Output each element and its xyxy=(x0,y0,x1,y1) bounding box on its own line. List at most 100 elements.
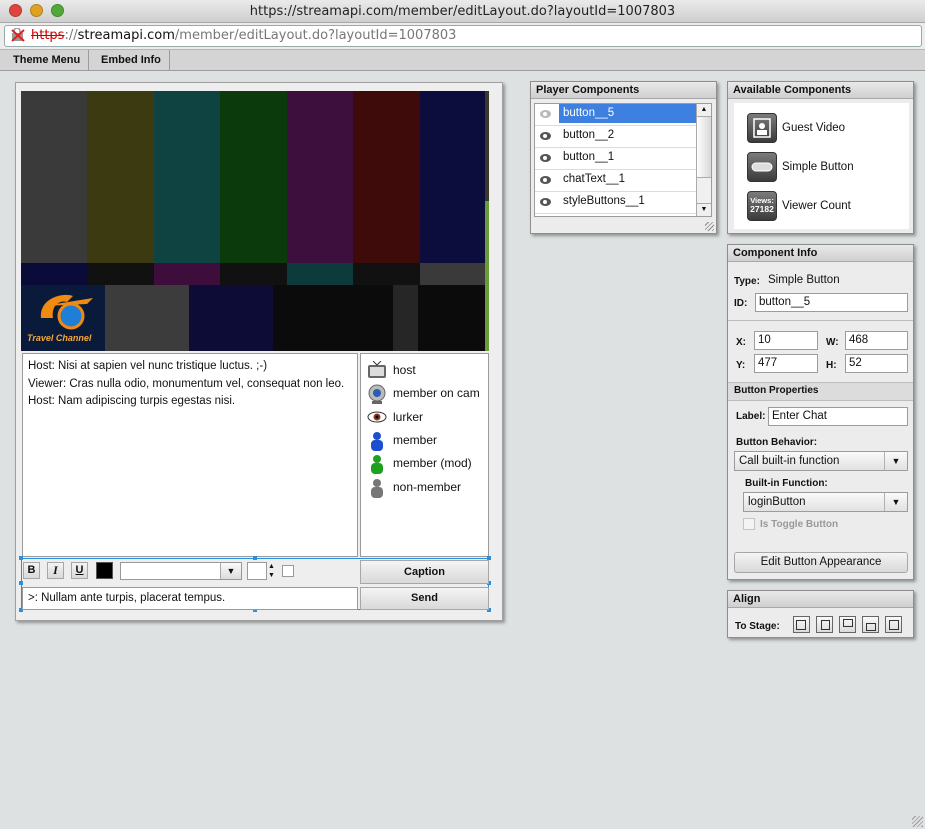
w-field[interactable]: 468 xyxy=(845,331,908,350)
x-field[interactable]: 10 xyxy=(754,331,818,350)
send-button[interactable]: Send xyxy=(360,587,489,610)
chat-line: Viewer: Cras nulla odio, monumentum vel,… xyxy=(28,377,345,390)
id-label: ID: xyxy=(734,298,748,309)
menu-theme[interactable]: Theme Menu xyxy=(5,50,90,70)
font-select[interactable]: ▼ xyxy=(120,562,242,580)
x-label: X: xyxy=(736,337,746,348)
align-center-icon[interactable] xyxy=(816,616,833,633)
available-item-label[interactable]: Guest Video xyxy=(782,122,845,134)
list-item[interactable]: button__1 xyxy=(535,148,697,170)
text-color-swatch[interactable] xyxy=(96,562,113,579)
h-field[interactable]: 52 xyxy=(845,354,908,373)
legend-member: member xyxy=(361,431,489,451)
resize-grip-icon[interactable] xyxy=(705,222,714,231)
window-title: Available Components xyxy=(728,82,913,99)
edit-button-appearance[interactable]: Edit Button Appearance xyxy=(734,552,908,573)
legend-label: non-member xyxy=(393,480,462,494)
travel-channel-text: Travel Channel xyxy=(27,333,92,343)
font-size-stepper[interactable]: ▲ ▼ xyxy=(247,562,275,580)
component-name: chatText__1 xyxy=(563,173,626,185)
italic-button[interactable]: I xyxy=(47,562,64,579)
divider xyxy=(728,320,913,321)
style-checkbox[interactable] xyxy=(282,565,294,577)
stepper-arrows-icon: ▲ ▼ xyxy=(268,563,275,579)
style-toolbar: B I U ▼ ▲ ▼ xyxy=(23,561,353,581)
available-item-label[interactable]: Simple Button xyxy=(782,161,854,173)
align-window: Align To Stage: xyxy=(727,590,914,638)
visibility-eye-icon[interactable] xyxy=(540,110,551,118)
chevron-down-icon: ▼ xyxy=(884,493,907,511)
available-components-window: Available Components Guest Video Simple … xyxy=(727,81,914,234)
url-field[interactable]: https://streamapi.com/member/editLayout.… xyxy=(4,25,922,47)
legend-non-member: non-member xyxy=(361,478,489,498)
label-label: Label: xyxy=(736,411,766,422)
list-item[interactable]: button__2 xyxy=(535,126,697,148)
window-resize-grip-icon[interactable] xyxy=(912,816,923,827)
video-area[interactable]: Travel Channel xyxy=(21,91,489,351)
simple-button-icon[interactable] xyxy=(747,152,777,182)
type-label: Type: xyxy=(734,276,760,287)
align-bottom-icon[interactable] xyxy=(862,616,879,633)
menu-embed-info[interactable]: Embed Info xyxy=(93,50,170,70)
available-item-label[interactable]: Viewer Count xyxy=(782,200,851,212)
visibility-eye-icon[interactable] xyxy=(540,176,551,184)
chat-line: Host: Nisi at sapien vel nunc tristique … xyxy=(28,360,268,372)
chat-input[interactable]: >: Nullam ante turpis, placerat tempus. xyxy=(22,587,358,610)
insecure-lock-icon xyxy=(11,27,25,42)
y-field[interactable]: 477 xyxy=(754,354,818,373)
align-top-icon[interactable] xyxy=(839,616,856,633)
viewer-count-icon[interactable]: Views: 27182 xyxy=(747,191,777,221)
caption-button[interactable]: Caption xyxy=(360,560,489,584)
toggle-checkbox[interactable] xyxy=(743,518,755,530)
url-path: /member/editLayout.do?layoutId=1007803 xyxy=(174,28,457,43)
scroll-down-icon[interactable]: ▼ xyxy=(697,203,711,216)
legend-host: host xyxy=(361,360,489,381)
window-title: https://streamapi.com/member/editLayout.… xyxy=(249,4,676,19)
scroll-thumb[interactable] xyxy=(697,117,711,178)
bold-button[interactable]: B xyxy=(23,562,40,579)
builtin-select[interactable]: loginButton ▼ xyxy=(743,492,908,512)
builtin-label: Built-in Function: xyxy=(745,478,828,489)
visibility-eye-icon[interactable] xyxy=(540,154,551,162)
visibility-eye-icon[interactable] xyxy=(540,198,551,206)
user-legend-panel: host member on cam lurker member member … xyxy=(360,353,489,557)
user-blue-icon xyxy=(369,431,385,454)
h-label: H: xyxy=(826,360,837,371)
chevron-down-icon: ▼ xyxy=(220,563,241,579)
visibility-eye-icon[interactable] xyxy=(540,132,551,140)
underline-button[interactable]: U xyxy=(71,562,88,579)
to-stage-label: To Stage: xyxy=(735,621,780,632)
list-scrollbar[interactable]: ▲ ▼ xyxy=(696,104,711,216)
y-label: Y: xyxy=(736,360,746,371)
components-list[interactable]: button__5 button__2 button__1 chatText__… xyxy=(534,103,712,217)
chat-line: Host: Nam adipiscing turpis egestas nisi… xyxy=(28,395,236,407)
list-item[interactable]: styleButtons__1 xyxy=(535,192,697,214)
type-value: Simple Button xyxy=(768,274,840,286)
label-field[interactable]: Enter Chat xyxy=(768,407,908,426)
chevron-down-icon: ▼ xyxy=(884,452,907,470)
toggle-label: Is Toggle Button xyxy=(760,519,839,530)
list-item-selected[interactable]: button__5 xyxy=(535,104,697,126)
travel-channel-logo: Travel Channel xyxy=(27,288,97,346)
align-middle-icon[interactable] xyxy=(885,616,902,633)
guest-video-icon[interactable] xyxy=(747,113,777,143)
id-field[interactable]: button__5 xyxy=(755,293,908,312)
available-list: Guest Video Simple Button Views: 27182 V… xyxy=(734,103,909,229)
scroll-up-icon[interactable]: ▲ xyxy=(697,104,711,117)
legend-label: member (mod) xyxy=(393,456,472,470)
window-titlebar: https://streamapi.com/member/editLayout.… xyxy=(0,0,925,23)
list-item[interactable]: chatText__1 xyxy=(535,170,697,192)
legend-member-on-cam: member on cam xyxy=(361,384,489,404)
behavior-select[interactable]: Call built-in function ▼ xyxy=(734,451,908,471)
player-stage: Travel Channel Host: Nisi at sapien vel … xyxy=(15,82,503,621)
menu-bar: Theme Menu Embed Info xyxy=(0,50,925,71)
w-label: W: xyxy=(826,337,839,348)
url-separator: :// xyxy=(64,28,78,43)
address-bar: https://streamapi.com/member/editLayout.… xyxy=(0,23,925,50)
align-left-icon[interactable] xyxy=(793,616,810,633)
url-scheme: https xyxy=(31,28,65,43)
legend-label: member on cam xyxy=(393,386,480,400)
legend-lurker: lurker xyxy=(361,408,489,428)
legend-label: host xyxy=(393,363,416,377)
chat-text-panel[interactable]: Host: Nisi at sapien vel nunc tristique … xyxy=(22,353,358,557)
